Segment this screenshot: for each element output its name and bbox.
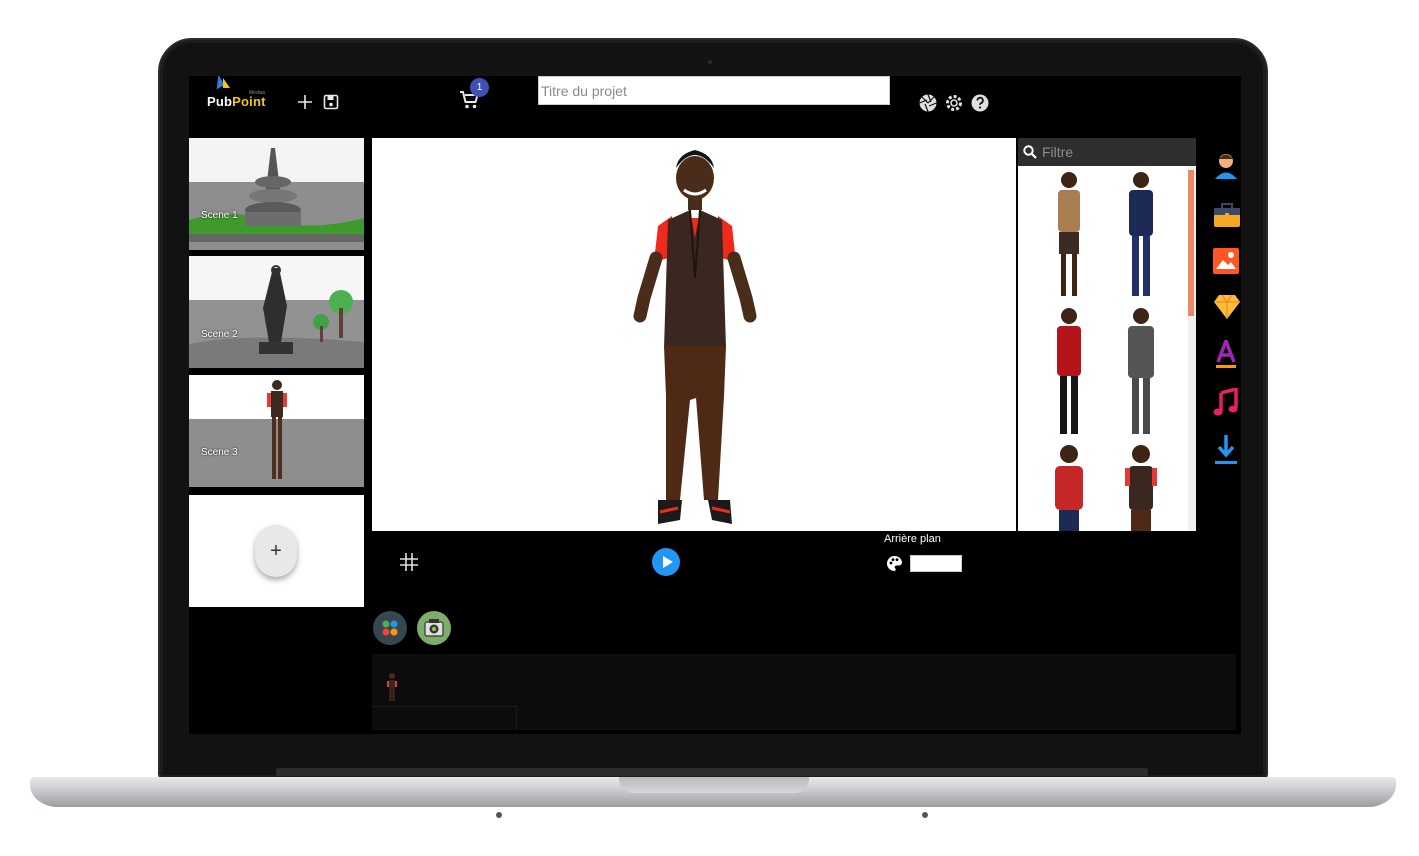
character-tool-button[interactable] [1213, 152, 1241, 180]
scene-label: Scene 2 [201, 329, 238, 340]
character-thumbnail[interactable] [1034, 170, 1104, 302]
play-button[interactable] [652, 548, 680, 576]
scene-thumbnail[interactable]: Scene 3 [189, 375, 364, 487]
music-tool-button[interactable] [1213, 386, 1241, 416]
grid-icon [400, 553, 418, 571]
filter-bar [1018, 138, 1196, 166]
character-thumbnail[interactable] [1106, 170, 1176, 302]
character-library-panel [1018, 138, 1196, 531]
text-tool-button[interactable] [1213, 336, 1241, 368]
grid-toggle-button[interactable] [400, 553, 418, 571]
laptop-mockup: PubPoint Medias 1 Titre du projet Scene … [0, 0, 1419, 856]
timeline-character-marker[interactable] [386, 672, 398, 702]
aperture-button[interactable] [918, 93, 938, 113]
character-thumbnail[interactable] [1034, 442, 1104, 531]
filter-input[interactable] [1042, 142, 1192, 162]
laptop-hinge [276, 768, 1148, 776]
download-icon [1215, 435, 1237, 464]
camera-icon [424, 619, 444, 637]
scene-thumbnail[interactable]: Scene 1 [189, 138, 364, 250]
background-color-button[interactable] [886, 555, 903, 572]
image-icon [1213, 248, 1239, 274]
image-tool-button[interactable] [1213, 248, 1241, 276]
save-button[interactable] [322, 94, 340, 114]
add-scene-card: + [189, 495, 364, 607]
palette-icon [887, 556, 902, 571]
scrollbar-thumb[interactable] [1188, 170, 1194, 316]
briefcase-icon [1214, 203, 1240, 227]
scene-preview [189, 256, 364, 368]
settings-button[interactable] [944, 93, 964, 113]
background-color-swatch[interactable] [910, 555, 962, 572]
logo-subtext: Medias [249, 90, 266, 96]
logo-text-accent: Point [232, 94, 266, 109]
laptop-foot [922, 812, 928, 818]
props-tool-button[interactable] [1213, 202, 1241, 230]
scene-thumbnail[interactable]: Scene 2 [189, 256, 364, 368]
scene-label: Scene 3 [201, 447, 238, 458]
gear-icon [946, 95, 962, 111]
webcam [708, 60, 712, 64]
plus-icon [298, 95, 312, 109]
scene-preview [189, 375, 364, 487]
cart-count-badge: 1 [470, 78, 489, 97]
logo-mark [223, 78, 230, 88]
text-icon [1216, 336, 1236, 368]
shape-tool-button[interactable] [1213, 294, 1241, 322]
download-tool-button[interactable] [1213, 434, 1241, 464]
help-icon [971, 94, 989, 112]
timeline-row-divider [372, 706, 517, 730]
music-icon [1213, 386, 1238, 416]
character-thumbnail[interactable] [1106, 306, 1176, 438]
help-button[interactable] [970, 93, 990, 113]
app-logo[interactable]: PubPoint Medias [199, 76, 265, 112]
floppy-icon [323, 94, 339, 110]
colors-tab-button[interactable] [373, 611, 407, 645]
logo-text-main: Pub [207, 94, 233, 109]
project-title-input[interactable] [538, 76, 890, 105]
laptop-foot [496, 812, 502, 818]
app-screen: PubPoint Medias 1 Titre du projet Scene … [189, 76, 1241, 734]
laptop-notch [619, 777, 809, 793]
search-icon [1023, 145, 1037, 159]
character-icon [1215, 154, 1237, 179]
top-toolbar: PubPoint Medias 1 [189, 76, 1241, 136]
character-thumbnail[interactable] [1034, 306, 1104, 438]
scene-preview [189, 138, 364, 250]
logo-text: PubPoint [207, 94, 266, 109]
add-scene-button[interactable]: + [255, 525, 297, 577]
character-on-stage[interactable] [372, 138, 1016, 531]
aperture-icon [919, 94, 937, 112]
character-thumbnail[interactable] [1106, 442, 1176, 531]
scene-label: Scene 1 [201, 210, 238, 221]
background-label: Arrière plan [884, 533, 941, 545]
scenes-panel: Scene 1 Scene 2 Scene 3 + [189, 138, 364, 734]
stage-canvas[interactable] [372, 138, 1016, 531]
new-project-button[interactable] [295, 94, 315, 114]
color-dots-icon [382, 620, 398, 636]
camera-tab-button[interactable] [417, 611, 451, 645]
diamond-icon [1214, 294, 1240, 319]
